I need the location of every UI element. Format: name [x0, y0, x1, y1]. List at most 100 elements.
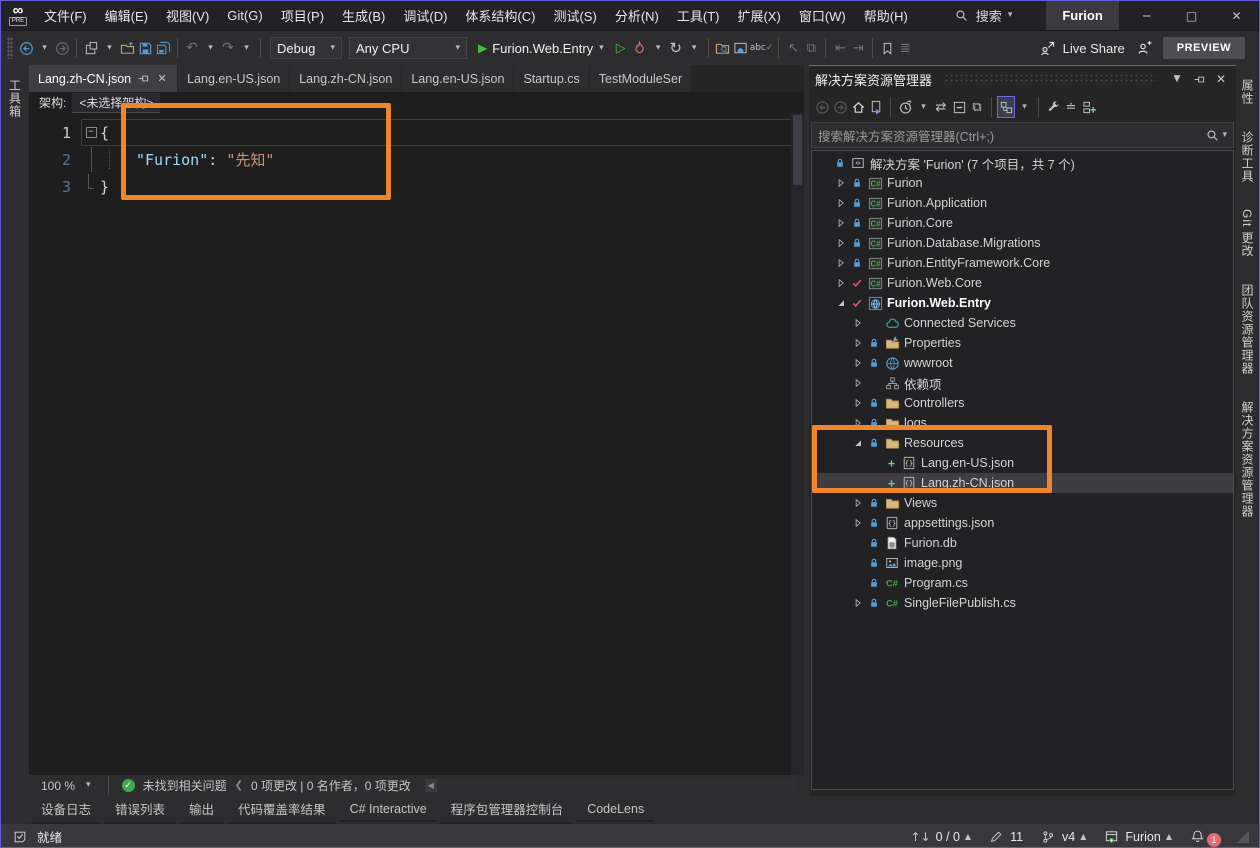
toolbar-grip[interactable] — [7, 37, 13, 59]
seswitch-icon[interactable] — [867, 96, 885, 118]
tree-row[interactable]: {}appsettings.json — [812, 513, 1233, 533]
expander-expanded-icon[interactable] — [833, 297, 849, 309]
indent-icon[interactable]: ⇥ — [849, 37, 867, 59]
expander-collapsed-icon[interactable] — [850, 377, 866, 389]
bottom-tab[interactable]: 输出 — [179, 795, 224, 824]
seclock-icon[interactable] — [896, 96, 914, 118]
expander-collapsed-icon[interactable] — [850, 597, 866, 609]
side-tab[interactable]: 属性 — [1237, 73, 1258, 111]
sesync2-icon[interactable]: ⇄ — [932, 96, 950, 118]
tree-row[interactable]: Resources — [812, 433, 1233, 453]
sehome-icon[interactable] — [849, 96, 867, 118]
editor-tab[interactable]: Startup.cs — [514, 65, 588, 92]
navfwd-icon[interactable] — [53, 37, 71, 59]
repository-button[interactable]: Furion▲ — [1102, 826, 1172, 848]
tree-row[interactable]: C#Furion.EntityFramework.Core — [812, 253, 1233, 273]
architecture-select[interactable]: <未选择架构> — [72, 93, 160, 113]
navback-icon[interactable] — [17, 37, 35, 59]
expander-collapsed-icon[interactable] — [850, 337, 866, 349]
scroll-left-icon[interactable]: ◀ — [425, 781, 437, 790]
chevron-down-icon[interactable]: ▾ — [914, 96, 932, 118]
tree-row[interactable]: Properties — [812, 333, 1233, 353]
menu-item[interactable]: 编辑(E) — [96, 1, 157, 31]
menu-item[interactable]: 文件(F) — [35, 1, 96, 31]
sync-commits-button[interactable]: ↑↓0 / 0▲ — [910, 830, 971, 844]
configuration-select[interactable]: Debug▾ — [270, 37, 342, 59]
start-without-debugging-button[interactable]: ▷ — [612, 37, 630, 59]
menu-item[interactable]: 视图(V) — [157, 1, 218, 31]
tree-row[interactable]: Furion.Web.Entry — [812, 293, 1233, 313]
tree-row[interactable]: 依赖项 — [812, 373, 1233, 393]
expander-collapsed-icon[interactable] — [850, 357, 866, 369]
close-tab-icon[interactable]: ✕ — [156, 72, 168, 86]
chevron-down-icon[interactable]: ▾ — [1015, 96, 1033, 118]
start-debugging-button[interactable]: ▶ Furion.Web.Entry ▾ — [471, 36, 611, 60]
chevron-down-icon[interactable]: ▾ — [237, 37, 255, 59]
seadd-icon[interactable] — [1080, 96, 1098, 118]
editor-tab[interactable]: TestModuleSer — [590, 65, 691, 92]
side-tab[interactable]: Git 更改 — [1237, 203, 1258, 264]
menu-item[interactable]: 扩展(X) — [728, 1, 789, 31]
tree-row[interactable]: image.png — [812, 553, 1233, 573]
tree-row[interactable]: C#Program.cs — [812, 573, 1233, 593]
side-tab-toolbox[interactable]: 工具箱 — [5, 73, 26, 124]
tree-row[interactable]: 解决方案 'Furion' (7 个项目，共 7 个) — [812, 153, 1233, 173]
tree-row[interactable]: {}Lang.zh-CN.json — [812, 473, 1233, 493]
expander-collapsed-icon[interactable] — [833, 217, 849, 229]
preview-features-button[interactable]: PREVIEW — [1163, 37, 1245, 59]
branch-button[interactable]: v4▲ — [1039, 826, 1086, 848]
resize-grip[interactable] — [1237, 831, 1249, 843]
fold-margin[interactable]: − — [82, 120, 100, 145]
tree-row[interactable]: C#Furion.Application — [812, 193, 1233, 213]
expander-expanded-icon[interactable] — [850, 437, 866, 449]
pin-icon[interactable] — [1190, 68, 1208, 90]
fold-collapse-icon[interactable]: − — [86, 127, 97, 138]
undo-icon[interactable]: ↶ — [183, 37, 201, 59]
menu-item[interactable]: Git(G) — [218, 1, 271, 31]
expander-collapsed-icon[interactable] — [833, 177, 849, 189]
menu-item[interactable]: 工具(T) — [668, 1, 729, 31]
expander-collapsed-icon[interactable] — [833, 257, 849, 269]
bottom-tab[interactable]: 错误列表 — [105, 795, 175, 824]
side-tab[interactable]: 诊断工具 — [1237, 125, 1258, 189]
menu-item[interactable]: 生成(B) — [333, 1, 394, 31]
side-tab[interactable]: 团队资源管理器 — [1237, 278, 1258, 381]
sesyncactive-icon[interactable] — [997, 96, 1015, 118]
code-line[interactable]: 1−{ — [29, 119, 804, 146]
sewrench-icon[interactable] — [1044, 96, 1062, 118]
homedoc-icon[interactable] — [732, 37, 750, 59]
menu-item[interactable]: 分析(N) — [606, 1, 668, 31]
editor-tab[interactable]: Lang.zh-CN.json — [290, 65, 401, 92]
secollapse-icon[interactable] — [950, 96, 968, 118]
close-panel-icon[interactable]: ✕ — [1212, 68, 1230, 90]
tree-row[interactable]: {}Lang.en-US.json — [812, 453, 1233, 473]
editor-tab[interactable]: Lang.en-US.json — [178, 65, 289, 92]
bottom-tab[interactable]: C# Interactive — [340, 798, 437, 822]
bottom-tab[interactable]: 设备日志 — [31, 795, 101, 824]
copytree-icon[interactable]: ⧉ — [802, 37, 820, 59]
code-line[interactable]: 2"Furion": "先知" — [29, 146, 804, 173]
restart-icon[interactable]: ↻ — [667, 37, 685, 59]
menu-item[interactable]: 项目(P) — [272, 1, 333, 31]
sealign-icon[interactable]: ≐ — [1062, 96, 1080, 118]
platform-select[interactable]: Any CPU▾ — [349, 37, 467, 59]
tree-row[interactable]: C#Furion — [812, 173, 1233, 193]
bookmark-icon[interactable] — [878, 37, 896, 59]
expander-collapsed-icon[interactable] — [850, 317, 866, 329]
tree-row[interactable]: C#Furion.Database.Migrations — [812, 233, 1233, 253]
cursor-icon[interactable]: ↖ — [784, 37, 802, 59]
expander-collapsed-icon[interactable] — [850, 517, 866, 529]
expander-collapsed-icon[interactable] — [850, 497, 866, 509]
sefwd-icon[interactable] — [831, 96, 849, 118]
bottom-tab[interactable]: 代码覆盖率结果 — [228, 795, 336, 824]
tree-row[interactable]: wwwroot — [812, 353, 1233, 373]
chevron-down-icon[interactable]: ▾ — [100, 37, 118, 59]
expander-collapsed-icon[interactable] — [850, 417, 866, 429]
code-editor[interactable]: 1−{2"Furion": "先知"3} — [29, 113, 804, 775]
fold-margin[interactable] — [82, 147, 100, 172]
chevron-down-icon[interactable]: ▾ — [685, 37, 703, 59]
spell-icon[interactable]: abc✓ — [750, 37, 774, 59]
tree-row[interactable]: Connected Services — [812, 313, 1233, 333]
menu-item[interactable]: 测试(S) — [544, 1, 605, 31]
minimize-button[interactable]: ─ — [1124, 1, 1169, 30]
